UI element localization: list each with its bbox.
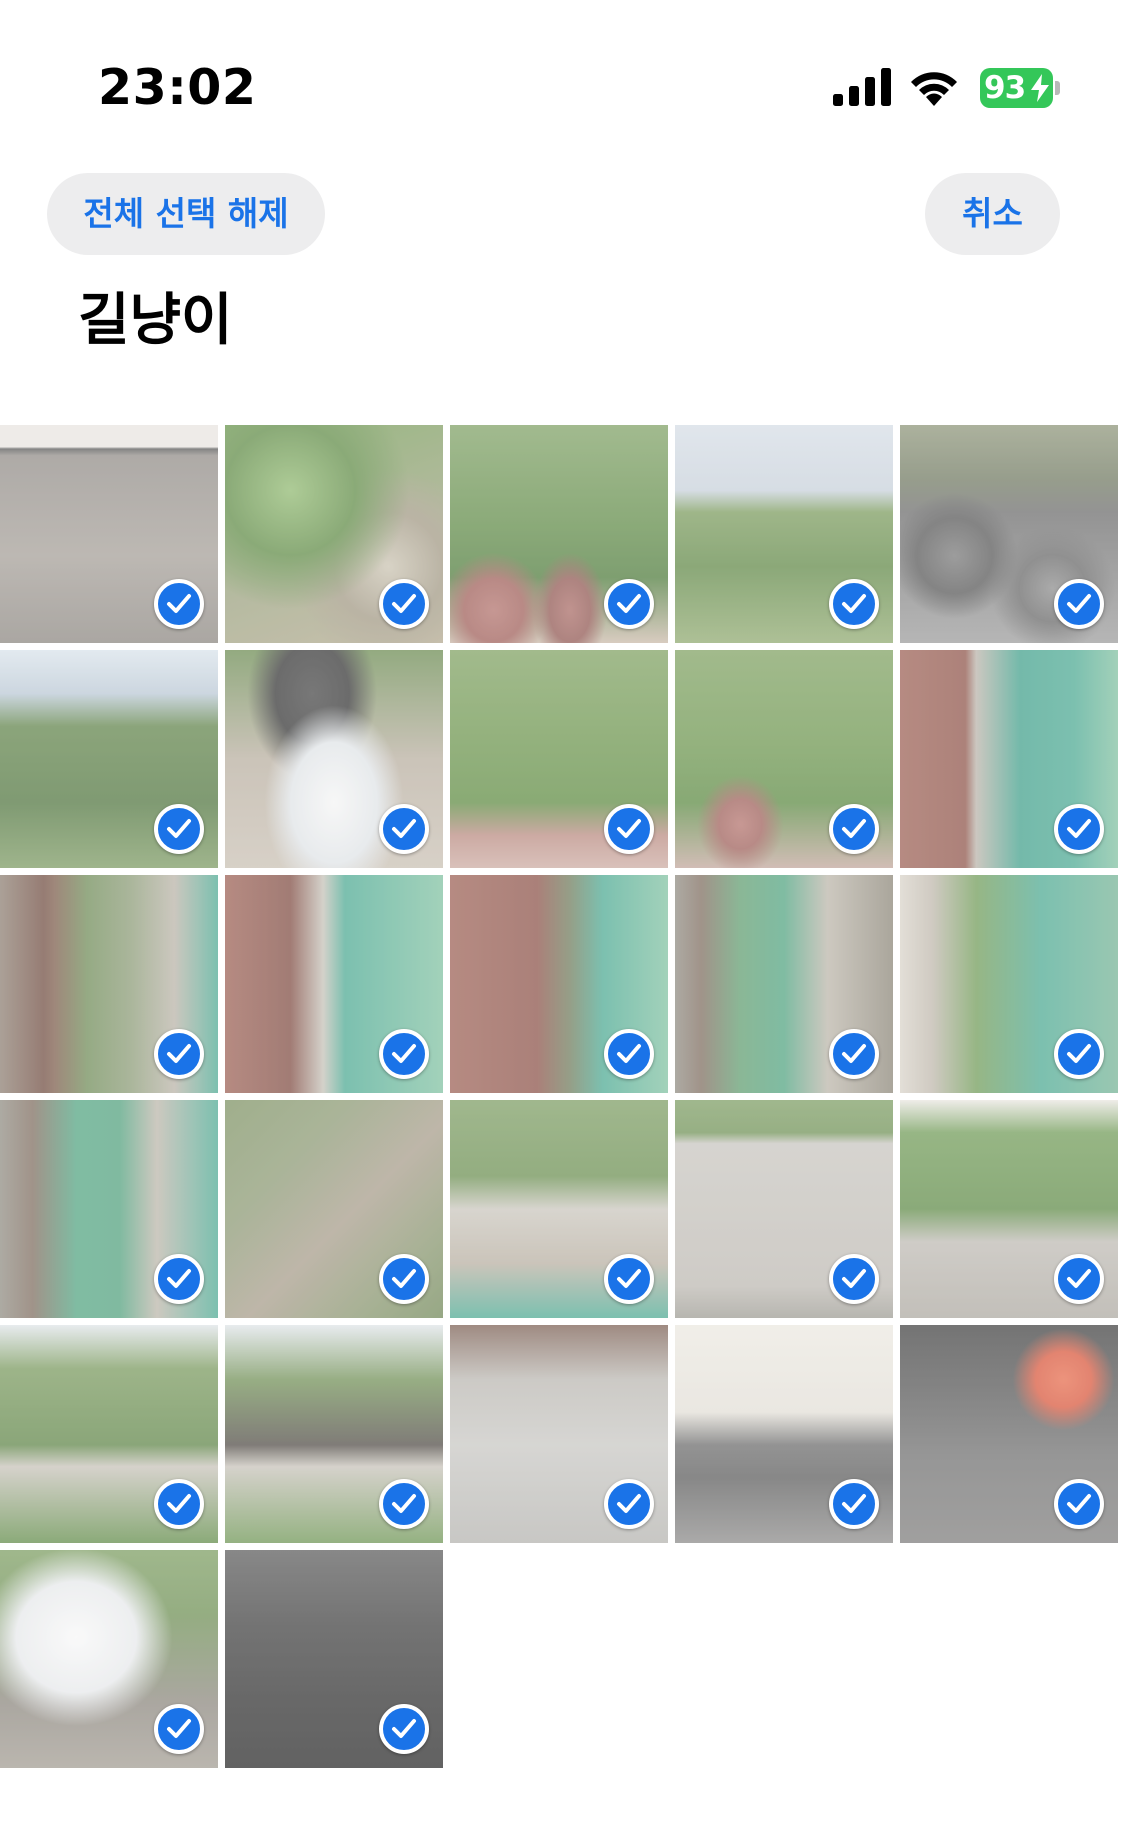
photo-cell[interactable] xyxy=(675,1100,893,1318)
photo-cell[interactable] xyxy=(450,425,668,643)
photo-cell[interactable] xyxy=(0,1550,218,1768)
photo-cell[interactable] xyxy=(225,1325,443,1543)
selected-checkmark-icon xyxy=(379,1254,429,1304)
selected-checkmark-icon xyxy=(829,1029,879,1079)
selected-checkmark-icon xyxy=(154,1479,204,1529)
selected-checkmark-icon xyxy=(379,1029,429,1079)
selected-checkmark-icon xyxy=(154,579,204,629)
selected-checkmark-icon xyxy=(379,579,429,629)
photo-cell[interactable] xyxy=(900,650,1118,868)
selected-checkmark-icon xyxy=(604,804,654,854)
battery-charging-icon: 93 xyxy=(980,68,1060,108)
photo-cell[interactable] xyxy=(225,650,443,868)
deselect-all-button[interactable]: 전체 선택 해제 xyxy=(47,173,325,255)
selected-checkmark-icon xyxy=(1054,1479,1104,1529)
selected-checkmark-icon xyxy=(1054,804,1104,854)
cancel-button[interactable]: 취소 xyxy=(925,173,1060,255)
photo-cell[interactable] xyxy=(225,875,443,1093)
status-time: 23:02 xyxy=(98,59,257,116)
selected-checkmark-icon xyxy=(604,1254,654,1304)
status-bar: 23:02 93 xyxy=(0,0,1125,160)
selected-checkmark-icon xyxy=(829,1479,879,1529)
photo-cell[interactable] xyxy=(0,650,218,868)
bolt-icon xyxy=(1031,74,1049,102)
selected-checkmark-icon xyxy=(829,579,879,629)
selected-checkmark-icon xyxy=(379,1704,429,1754)
photo-grid xyxy=(0,425,1125,1768)
selected-checkmark-icon xyxy=(154,1254,204,1304)
photo-cell[interactable] xyxy=(675,425,893,643)
selected-checkmark-icon xyxy=(379,804,429,854)
selected-checkmark-icon xyxy=(154,1704,204,1754)
selected-checkmark-icon xyxy=(154,804,204,854)
photo-cell[interactable] xyxy=(675,1325,893,1543)
battery-tip xyxy=(1055,81,1060,95)
photo-cell[interactable] xyxy=(0,1100,218,1318)
photo-cell[interactable] xyxy=(900,1100,1118,1318)
photo-cell[interactable] xyxy=(450,650,668,868)
selected-checkmark-icon xyxy=(604,579,654,629)
photo-cell[interactable] xyxy=(900,875,1118,1093)
photo-cell[interactable] xyxy=(675,650,893,868)
photo-cell[interactable] xyxy=(0,1325,218,1543)
selected-checkmark-icon xyxy=(154,1029,204,1079)
photo-cell[interactable] xyxy=(225,1550,443,1768)
photo-cell[interactable] xyxy=(225,425,443,643)
selected-checkmark-icon xyxy=(604,1479,654,1529)
selected-checkmark-icon xyxy=(1054,1029,1104,1079)
photo-cell[interactable] xyxy=(675,875,893,1093)
selected-checkmark-icon xyxy=(379,1479,429,1529)
selected-checkmark-icon xyxy=(1054,579,1104,629)
selected-checkmark-icon xyxy=(1054,1254,1104,1304)
photo-cell[interactable] xyxy=(0,875,218,1093)
selected-checkmark-icon xyxy=(829,1254,879,1304)
photo-cell[interactable] xyxy=(0,425,218,643)
photo-cell[interactable] xyxy=(900,1325,1118,1543)
wifi-icon xyxy=(911,72,957,106)
photo-cell[interactable] xyxy=(900,425,1118,643)
cellular-signal-icon xyxy=(833,68,891,106)
photo-cell[interactable] xyxy=(450,1325,668,1543)
photo-cell[interactable] xyxy=(450,1100,668,1318)
album-title: 길냥이 xyxy=(78,288,233,353)
photo-cell[interactable] xyxy=(225,1100,443,1318)
selected-checkmark-icon xyxy=(604,1029,654,1079)
selected-checkmark-icon xyxy=(829,804,879,854)
photo-cell[interactable] xyxy=(450,875,668,1093)
